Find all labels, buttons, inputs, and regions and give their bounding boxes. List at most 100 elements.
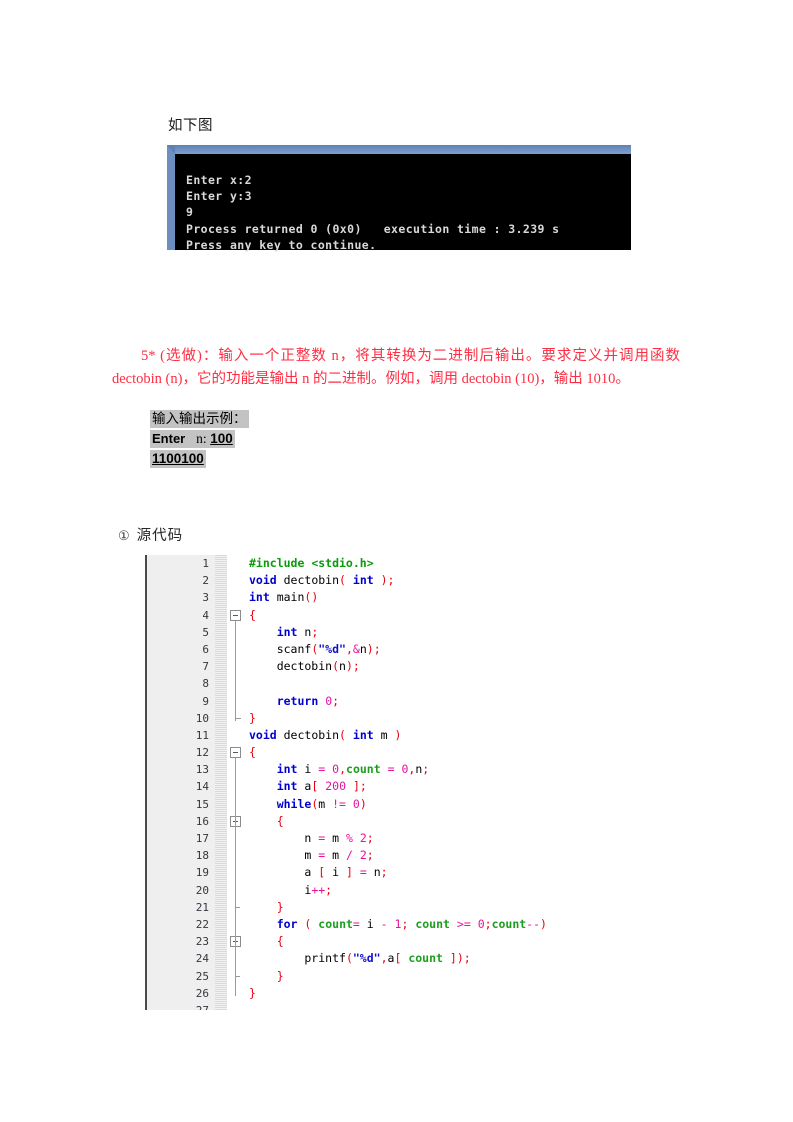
code-token: != bbox=[332, 796, 346, 811]
code-token: dectobin bbox=[276, 727, 340, 742]
code-line-text: int i = 0,count = 0,n; bbox=[249, 761, 430, 778]
io-example-title: 输入输出示例： bbox=[150, 410, 249, 428]
code-token: ; bbox=[366, 831, 374, 845]
line-number: 6 bbox=[202, 642, 209, 656]
fold-toggle-icon[interactable] bbox=[230, 609, 241, 621]
code-token: { bbox=[249, 745, 256, 760]
line-number: 15 bbox=[195, 797, 209, 811]
line-number: 1 bbox=[202, 557, 209, 570]
code-line[interactable]: 19 a [ i ] = n; bbox=[145, 864, 793, 881]
code-line[interactable]: 9 return 0; bbox=[145, 693, 793, 710]
fold-toggle-icon[interactable] bbox=[230, 747, 241, 759]
code-line-text: m = m / 2; bbox=[249, 847, 374, 864]
code-token: , bbox=[339, 762, 347, 777]
code-line[interactable]: 4{ bbox=[145, 607, 793, 624]
code-line[interactable]: 27 bbox=[145, 1002, 793, 1010]
code-token: "%d" bbox=[352, 951, 381, 966]
intro-caption: 如下图 bbox=[168, 118, 213, 134]
line-number: 17 bbox=[195, 832, 209, 845]
fold-guide-line bbox=[235, 620, 236, 721]
code-line[interactable]: 22 for ( count= i - 1; count >= 0;count-… bbox=[145, 916, 793, 933]
code-line[interactable]: 20 i++; bbox=[145, 882, 793, 899]
code-line-text: while(m != 0) bbox=[249, 796, 367, 813]
code-line-text: int main() bbox=[249, 589, 318, 606]
io-example-variable-label: n: bbox=[196, 431, 207, 446]
code-token: int bbox=[352, 573, 374, 588]
code-line[interactable]: 8 bbox=[145, 675, 793, 692]
code-line-text: int a[ 200 ]; bbox=[249, 778, 367, 795]
code-token: - bbox=[380, 916, 388, 931]
code-token: / bbox=[345, 848, 353, 863]
line-number: 23 bbox=[195, 935, 209, 949]
code-line[interactable]: 7 dectobin(n); bbox=[145, 658, 793, 675]
io-example-title-row: 输入输出示例： bbox=[150, 409, 249, 428]
code-line[interactable]: 24 printf("%d",a[ count ]); bbox=[145, 950, 793, 967]
code-token: } bbox=[276, 899, 284, 914]
code-line[interactable]: 1 #include <stdio.h> bbox=[145, 555, 793, 572]
code-line[interactable]: 13 int i = 0,count = 0,n; bbox=[145, 761, 793, 778]
code-lines-container: 1 #include <stdio.h> 2 void dectobin( int )… bbox=[145, 555, 793, 1010]
code-token: 2 bbox=[359, 848, 367, 863]
io-example-output-row: 1100100 bbox=[150, 449, 249, 468]
code-line[interactable]: 14 int a[ 200 ]; bbox=[145, 778, 793, 795]
code-token: ; bbox=[422, 762, 430, 777]
code-line-text: n = m % 2; bbox=[249, 830, 374, 847]
code-line[interactable]: 23 { bbox=[145, 933, 793, 950]
code-line[interactable]: 21 } bbox=[145, 899, 793, 916]
code-line[interactable]: 6 scanf("%d",&n); bbox=[145, 641, 793, 658]
line-number: 20 bbox=[195, 883, 209, 897]
code-token: m bbox=[318, 796, 333, 811]
line-number: 19 bbox=[195, 866, 209, 880]
code-token: dectobin bbox=[249, 659, 333, 674]
code-token: = bbox=[359, 865, 367, 880]
io-example-input-row: Enter n: 100 bbox=[150, 429, 249, 448]
code-line[interactable]: 2 void dectobin( int ); bbox=[145, 572, 793, 589]
code-token: 2 bbox=[359, 831, 367, 845]
code-token: return bbox=[276, 693, 319, 708]
code-line[interactable]: 3 int main() bbox=[145, 589, 793, 606]
code-token: n bbox=[359, 641, 367, 656]
code-token: ; bbox=[325, 882, 333, 897]
line-number: 22 bbox=[195, 917, 209, 931]
code-token: i bbox=[249, 882, 312, 897]
fold-guide-line bbox=[235, 827, 236, 910]
code-line[interactable]: 11 void dectobin( int m ) bbox=[145, 727, 793, 744]
fold-guide-tick bbox=[235, 907, 240, 908]
code-line[interactable]: 16 { bbox=[145, 813, 793, 830]
code-token: ; bbox=[366, 848, 374, 863]
code-line[interactable]: 17 n = m % 2; bbox=[145, 830, 793, 847]
code-line-text: i++; bbox=[249, 882, 332, 899]
code-token: count bbox=[318, 916, 353, 931]
code-line[interactable]: 25 } bbox=[145, 968, 793, 985]
code-token: } bbox=[249, 985, 256, 1000]
code-token: , bbox=[380, 951, 388, 966]
code-token: = bbox=[352, 916, 360, 931]
source-code-editor[interactable]: 1 #include <stdio.h> 2 void dectobin( int )… bbox=[145, 555, 793, 1010]
fold-guide-tick bbox=[235, 717, 241, 719]
exercise-paragraph: 5* (选做)：输入一个正整数 n，将其转换为二进制后输出。要求定义并调用函数 … bbox=[112, 348, 680, 387]
code-line[interactable]: 12 { bbox=[145, 744, 793, 761]
code-token: i bbox=[359, 916, 381, 931]
code-line[interactable]: 5 int n; bbox=[145, 624, 793, 641]
code-line[interactable]: 15 while(m != 0) bbox=[145, 796, 793, 813]
code-line[interactable]: 18 m = m / 2; bbox=[145, 847, 793, 864]
code-line[interactable]: 26} bbox=[145, 985, 793, 1002]
code-token: ]); bbox=[449, 951, 471, 966]
code-token: % bbox=[345, 831, 353, 845]
fold-guide-line bbox=[235, 947, 236, 979]
code-line-text: dectobin(n); bbox=[249, 658, 360, 675]
code-line-text: printf("%d",a[ count ]); bbox=[249, 950, 471, 967]
code-line[interactable]: 10} bbox=[145, 710, 793, 727]
